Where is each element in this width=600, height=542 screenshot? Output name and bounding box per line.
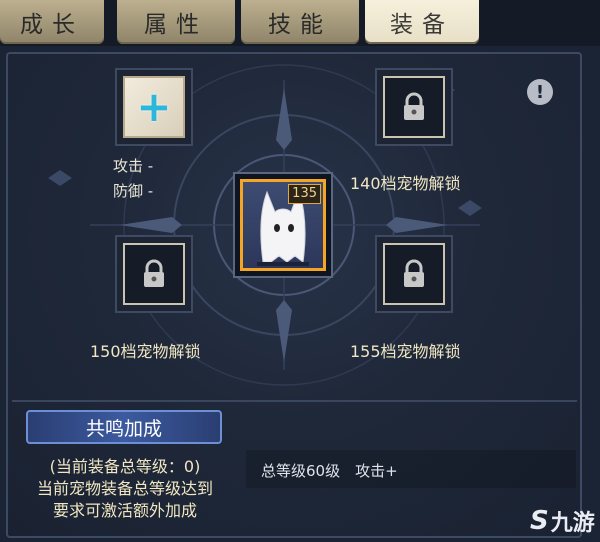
slot-frame [383,243,445,305]
slot-unlock-label-150: 150档宠物解锁 [90,342,201,361]
resonance-current-level: (当前装备总等级：0) [49,457,201,476]
defense-stat: 防御 - [113,182,154,200]
equip-slot-locked-140[interactable] [375,68,453,146]
watermark-text: 九游 [550,511,595,536]
lock-icon [404,259,424,287]
tab-equipment[interactable]: 装备 [365,0,479,44]
watermark-s-icon: S [530,506,549,536]
resonance-description-line1: 当前宠物装备总等级达到 [36,479,213,498]
attack-stat: 攻击 - [113,157,154,175]
pet-level-badge: 135 [288,184,321,204]
pet-portrait-frame[interactable]: 135 [233,172,333,278]
exclamation-icon[interactable]: ! [527,79,553,105]
slot-unlock-label-140: 140档宠物解锁 [350,174,461,193]
equip-slot-locked-150[interactable] [115,235,193,313]
watermark-logo: S 九游 [530,505,595,537]
tab-attributes[interactable]: 属性 [117,0,235,44]
equip-slot-locked-155[interactable] [375,235,453,313]
tab-skills[interactable]: 技能 [241,0,359,44]
lock-icon [404,92,424,120]
plus-icon: + [136,82,172,131]
resonance-info: (当前装备总等级：0) 当前宠物装备总等级达到 要求可激活额外加成 [12,456,238,522]
divider [12,400,577,402]
resonance-bonus-text: 总等级60级 攻击+ [261,462,398,480]
slot-frame [123,243,185,305]
slot-unlock-label-155: 155档宠物解锁 [350,342,461,361]
slot-frame [383,76,445,138]
equip-slot-add[interactable]: + [115,68,193,146]
tab-growth[interactable]: 成长 [0,0,104,44]
resonance-bonus-button[interactable]: 共鸣加成 [26,410,222,444]
pet-portrait: 135 [240,179,326,271]
resonance-description-line2: 要求可激活额外加成 [52,501,197,520]
tab-bar: 成长 属性 技能 装备 [0,0,600,46]
slot-add-frame: + [123,76,185,138]
lock-icon [144,259,164,287]
